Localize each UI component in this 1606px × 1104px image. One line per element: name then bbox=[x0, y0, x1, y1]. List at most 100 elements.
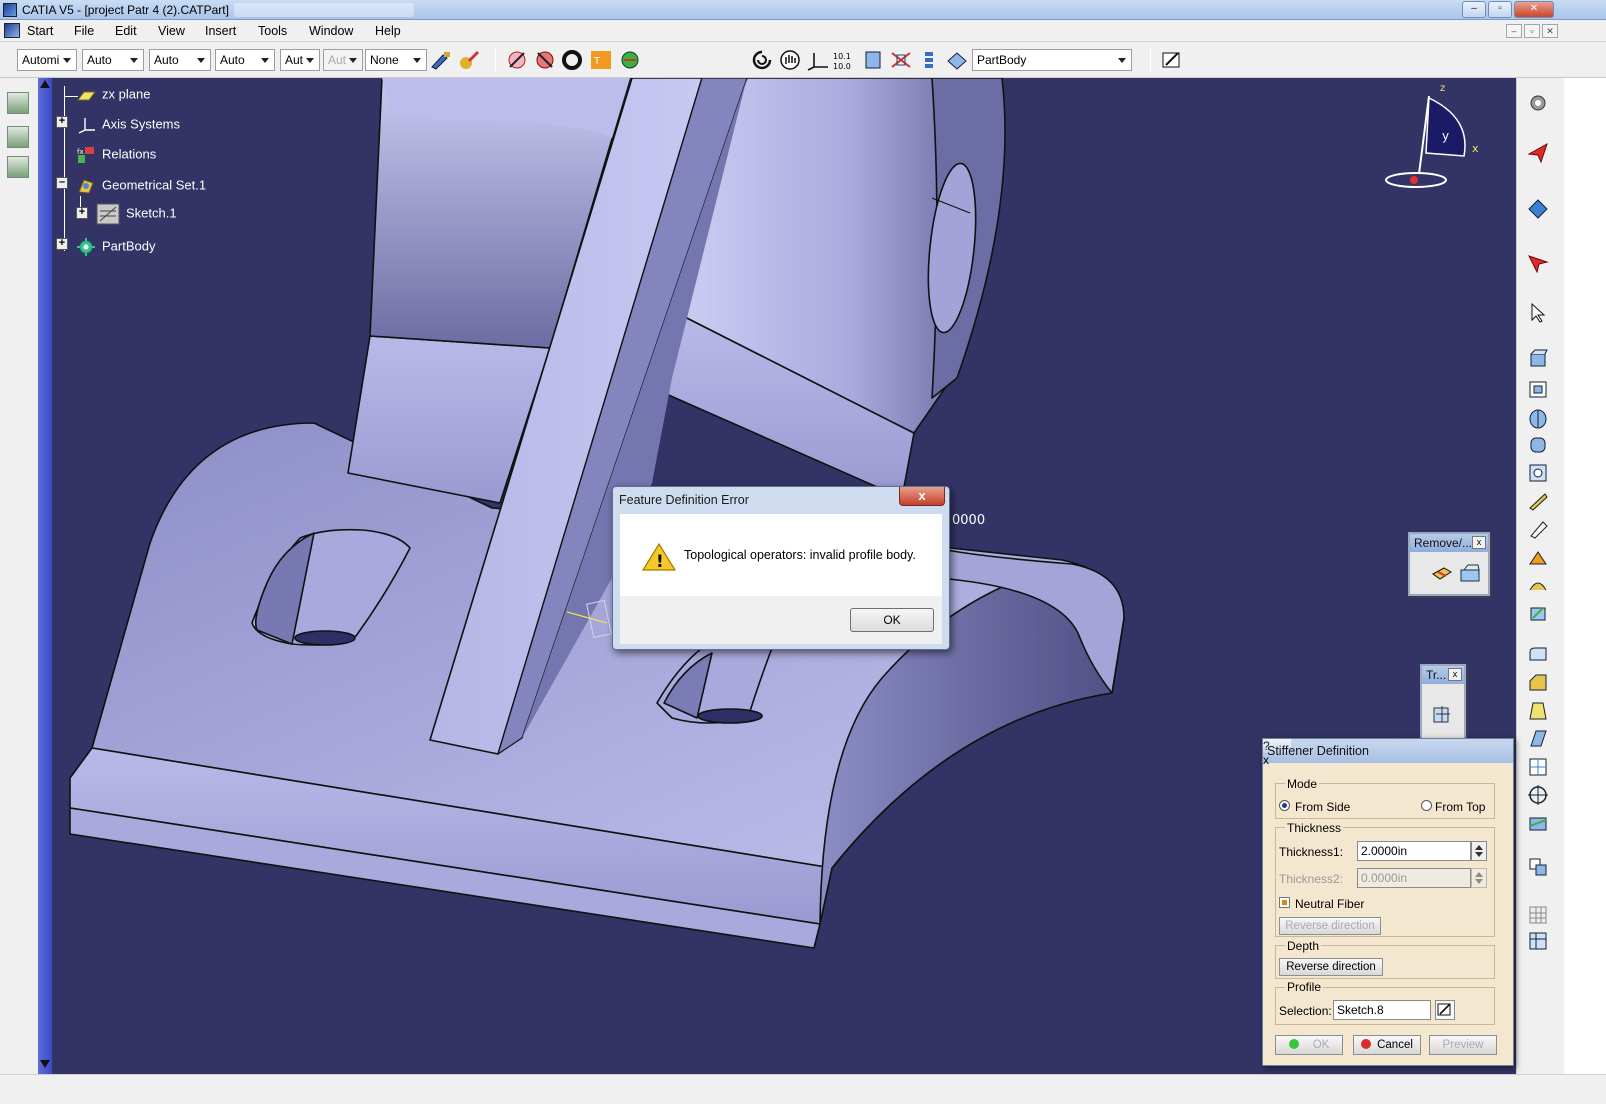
tree-node-zx-plane[interactable]: zx plane bbox=[76, 86, 150, 104]
hole-icon[interactable] bbox=[1527, 462, 1549, 484]
error-dialog-close-button[interactable]: x bbox=[899, 487, 945, 506]
stiffener-icon[interactable] bbox=[1527, 546, 1549, 568]
menu-file[interactable]: File bbox=[74, 24, 94, 38]
menu-view[interactable]: View bbox=[158, 24, 185, 38]
scroll-down-arrow-icon[interactable] bbox=[40, 1060, 50, 1068]
collapse-geometrical-set[interactable]: – bbox=[56, 177, 68, 189]
graphic-properties-icon[interactable] bbox=[457, 49, 481, 71]
pink-measure-icon[interactable] bbox=[505, 49, 529, 71]
format-painter-icon[interactable] bbox=[429, 49, 453, 71]
stiffener-cancel-button[interactable]: Cancel bbox=[1353, 1035, 1421, 1055]
expand-sketch-1[interactable]: + bbox=[76, 207, 88, 219]
shell-icon[interactable] bbox=[1527, 728, 1549, 750]
thickness2-spinner[interactable] bbox=[1471, 868, 1487, 888]
error-ok-button[interactable]: OK bbox=[850, 608, 934, 632]
tree-node-relations[interactable]: fx Relations bbox=[76, 146, 156, 164]
dimension-icon[interactable]: 10.1 10.0 bbox=[832, 49, 856, 71]
transform-palette-close-button[interactable]: x bbox=[1448, 668, 1462, 681]
view-cube-icon[interactable] bbox=[861, 49, 885, 71]
remove-solid-icon[interactable] bbox=[1430, 562, 1454, 584]
transparency-combo[interactable]: Aut bbox=[280, 49, 320, 71]
shaft-icon[interactable] bbox=[1527, 408, 1549, 430]
menu-start[interactable]: Start bbox=[27, 24, 53, 38]
multi-section-icon[interactable] bbox=[1527, 574, 1549, 596]
tree-options-icon[interactable] bbox=[7, 126, 29, 148]
doc-minimize-button[interactable]: – bbox=[1506, 24, 1522, 38]
rib-icon[interactable] bbox=[1527, 490, 1549, 512]
translate-icon[interactable] bbox=[1430, 702, 1456, 726]
blue-diamond-icon[interactable] bbox=[1527, 198, 1549, 220]
axis-icon[interactable] bbox=[806, 49, 830, 71]
scroll-up-arrow-icon[interactable] bbox=[40, 80, 50, 88]
pad-icon[interactable] bbox=[1527, 348, 1549, 370]
tree-scrollbar[interactable] bbox=[38, 78, 52, 1074]
orange-tool-icon[interactable]: T bbox=[589, 49, 613, 71]
start-menu-icon[interactable] bbox=[4, 23, 20, 38]
spec-tree-icon[interactable] bbox=[7, 92, 29, 114]
stiffener-ok-button[interactable]: OK bbox=[1275, 1035, 1343, 1055]
minimize-button[interactable]: – bbox=[1462, 1, 1486, 18]
reverse-direction-thickness-button[interactable]: Reverse direction bbox=[1279, 917, 1381, 935]
pan-hand-icon[interactable] bbox=[778, 49, 802, 71]
slot-icon[interactable] bbox=[1527, 518, 1549, 540]
sketch-edit-button[interactable] bbox=[1435, 1000, 1455, 1020]
target-icon[interactable] bbox=[1527, 784, 1549, 806]
red-measure-icon[interactable] bbox=[533, 49, 557, 71]
expand-axis-systems[interactable]: + bbox=[56, 116, 68, 128]
select-cursor-icon[interactable] bbox=[1527, 302, 1549, 324]
tree-node-geometrical-set[interactable]: Geometrical Set.1 bbox=[76, 177, 206, 195]
stiffener-preview-button[interactable]: Preview bbox=[1429, 1035, 1497, 1055]
ring-icon[interactable] bbox=[560, 49, 584, 71]
chamfer-icon[interactable] bbox=[1527, 672, 1549, 694]
draft-icon[interactable] bbox=[1527, 700, 1549, 722]
doc-restore-button[interactable]: ▫ bbox=[1524, 24, 1540, 38]
split-icon[interactable] bbox=[1527, 812, 1549, 834]
menu-edit[interactable]: Edit bbox=[115, 24, 137, 38]
green-tool-icon[interactable] bbox=[618, 49, 642, 71]
point-symbol-combo[interactable]: Auto bbox=[215, 49, 275, 71]
current-body-combo[interactable]: PartBody bbox=[972, 49, 1132, 71]
neutral-fiber-checkbox[interactable] bbox=[1279, 897, 1290, 908]
removed-section-icon[interactable] bbox=[1527, 602, 1549, 624]
pocket-icon[interactable] bbox=[1527, 378, 1549, 400]
grid-icon[interactable] bbox=[1527, 904, 1549, 926]
close-button[interactable]: ✕ bbox=[1514, 1, 1554, 18]
tree-node-axis-systems[interactable]: Axis Systems bbox=[76, 116, 180, 134]
menu-tools[interactable]: Tools bbox=[258, 24, 287, 38]
tree-layout-icon[interactable] bbox=[7, 156, 29, 178]
settings-gear-icon[interactable] bbox=[1527, 92, 1549, 114]
plane-red-icon[interactable] bbox=[1527, 142, 1549, 164]
hide-show-icon[interactable] bbox=[889, 49, 913, 71]
table-icon[interactable] bbox=[1527, 930, 1549, 952]
thickness1-input[interactable]: 2.0000in bbox=[1357, 841, 1471, 861]
stack-icon[interactable] bbox=[917, 49, 941, 71]
red-arrow-icon[interactable] bbox=[1527, 252, 1549, 274]
remove-palette-close-button[interactable]: x bbox=[1472, 536, 1486, 549]
from-top-radio[interactable] bbox=[1421, 800, 1432, 811]
menu-help[interactable]: Help bbox=[375, 24, 401, 38]
reverse-direction-depth-button[interactable]: Reverse direction bbox=[1279, 958, 1383, 976]
expand-partbody[interactable]: + bbox=[56, 238, 68, 250]
sketcher-icon[interactable] bbox=[1160, 49, 1184, 71]
doc-close-button[interactable]: ✕ bbox=[1542, 24, 1558, 38]
maximize-button[interactable]: ▫ bbox=[1488, 1, 1512, 18]
menu-insert[interactable]: Insert bbox=[205, 24, 236, 38]
menu-window[interactable]: Window bbox=[309, 24, 353, 38]
profile-selection-input[interactable]: Sketch.8 bbox=[1333, 1000, 1431, 1020]
tree-node-sketch-1[interactable]: Sketch.1 bbox=[96, 203, 177, 225]
work-object-icon[interactable] bbox=[945, 49, 969, 71]
thickness2-input[interactable]: 0.0000in bbox=[1357, 868, 1471, 888]
groove-icon[interactable] bbox=[1527, 434, 1549, 456]
fly-mode-icon[interactable] bbox=[750, 49, 774, 71]
from-side-radio[interactable] bbox=[1279, 800, 1290, 811]
thickness-icon[interactable] bbox=[1527, 756, 1549, 778]
tree-node-partbody[interactable]: PartBody bbox=[76, 238, 155, 256]
compass-widget[interactable]: z y x bbox=[1376, 78, 1486, 198]
boolean-icon[interactable] bbox=[1527, 856, 1549, 878]
remove-face-icon[interactable] bbox=[1458, 562, 1482, 584]
thickness1-spinner[interactable] bbox=[1471, 841, 1487, 861]
layer-width-combo[interactable]: Aut bbox=[323, 49, 363, 71]
fillet-icon[interactable] bbox=[1527, 644, 1549, 666]
line-color-combo[interactable]: Automi bbox=[17, 49, 77, 71]
line-type-combo[interactable]: Auto bbox=[149, 49, 211, 71]
